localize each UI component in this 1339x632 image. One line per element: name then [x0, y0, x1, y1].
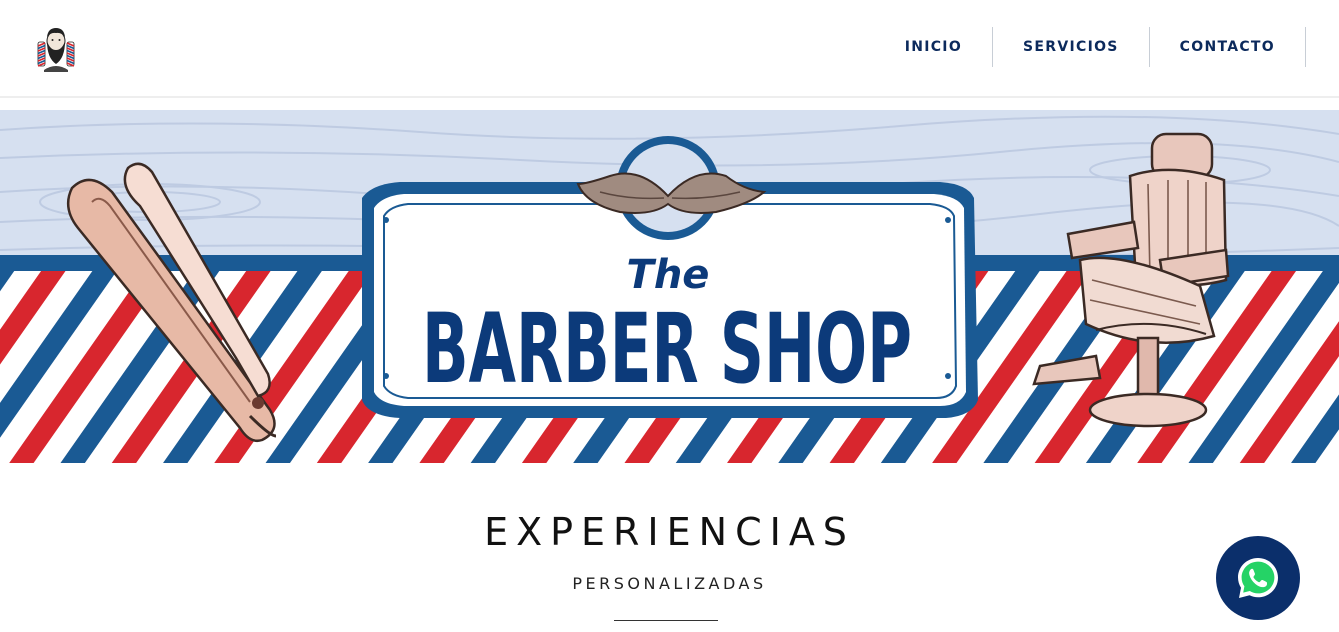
hero-banner: The BARBER SHOP	[0, 110, 1339, 463]
whatsapp-icon	[1238, 558, 1278, 598]
bearded-barber-logo-icon[interactable]	[34, 24, 78, 72]
sign-main-text: BARBER SHOP	[422, 293, 912, 405]
main-nav: INICIO SERVICIOS CONTACTO	[905, 27, 1306, 67]
site-header: INICIO SERVICIOS CONTACTO	[0, 0, 1339, 98]
nav-link-inicio[interactable]: INICIO	[905, 27, 994, 67]
section-subtitle: PERSONALIZADAS	[572, 574, 767, 593]
sign-small-text: The	[627, 252, 710, 298]
nav-link-contacto[interactable]: CONTACTO	[1150, 27, 1306, 67]
section-divider	[614, 620, 718, 621]
nav-link-servicios[interactable]: SERVICIOS	[993, 27, 1150, 67]
section-title: EXPERIENCIAS	[484, 510, 855, 554]
whatsapp-button[interactable]	[1216, 536, 1300, 620]
